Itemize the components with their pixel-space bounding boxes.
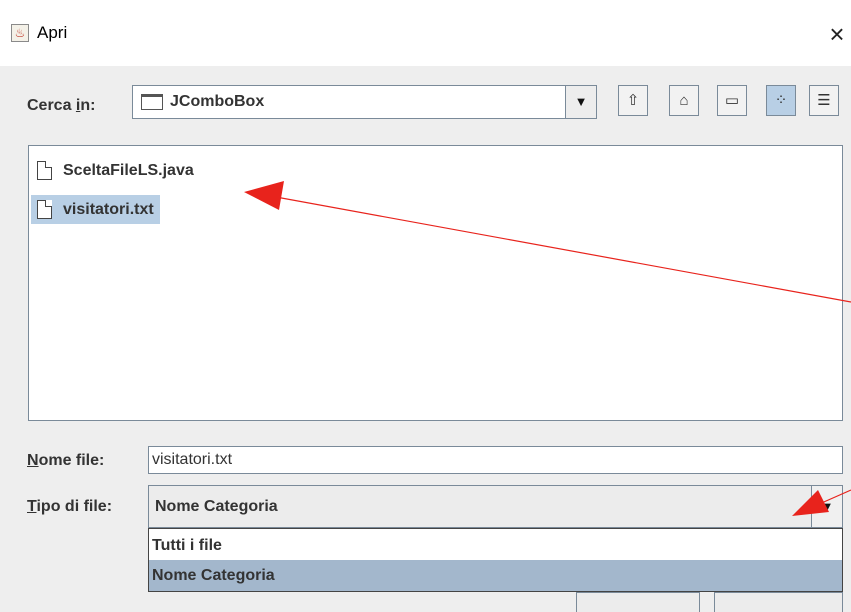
annotation-overlay bbox=[244, 181, 851, 516]
annotation-arrow-line bbox=[275, 196, 851, 303]
annotation-arrow-head bbox=[244, 181, 284, 210]
annotation-arrow-head bbox=[792, 490, 829, 516]
